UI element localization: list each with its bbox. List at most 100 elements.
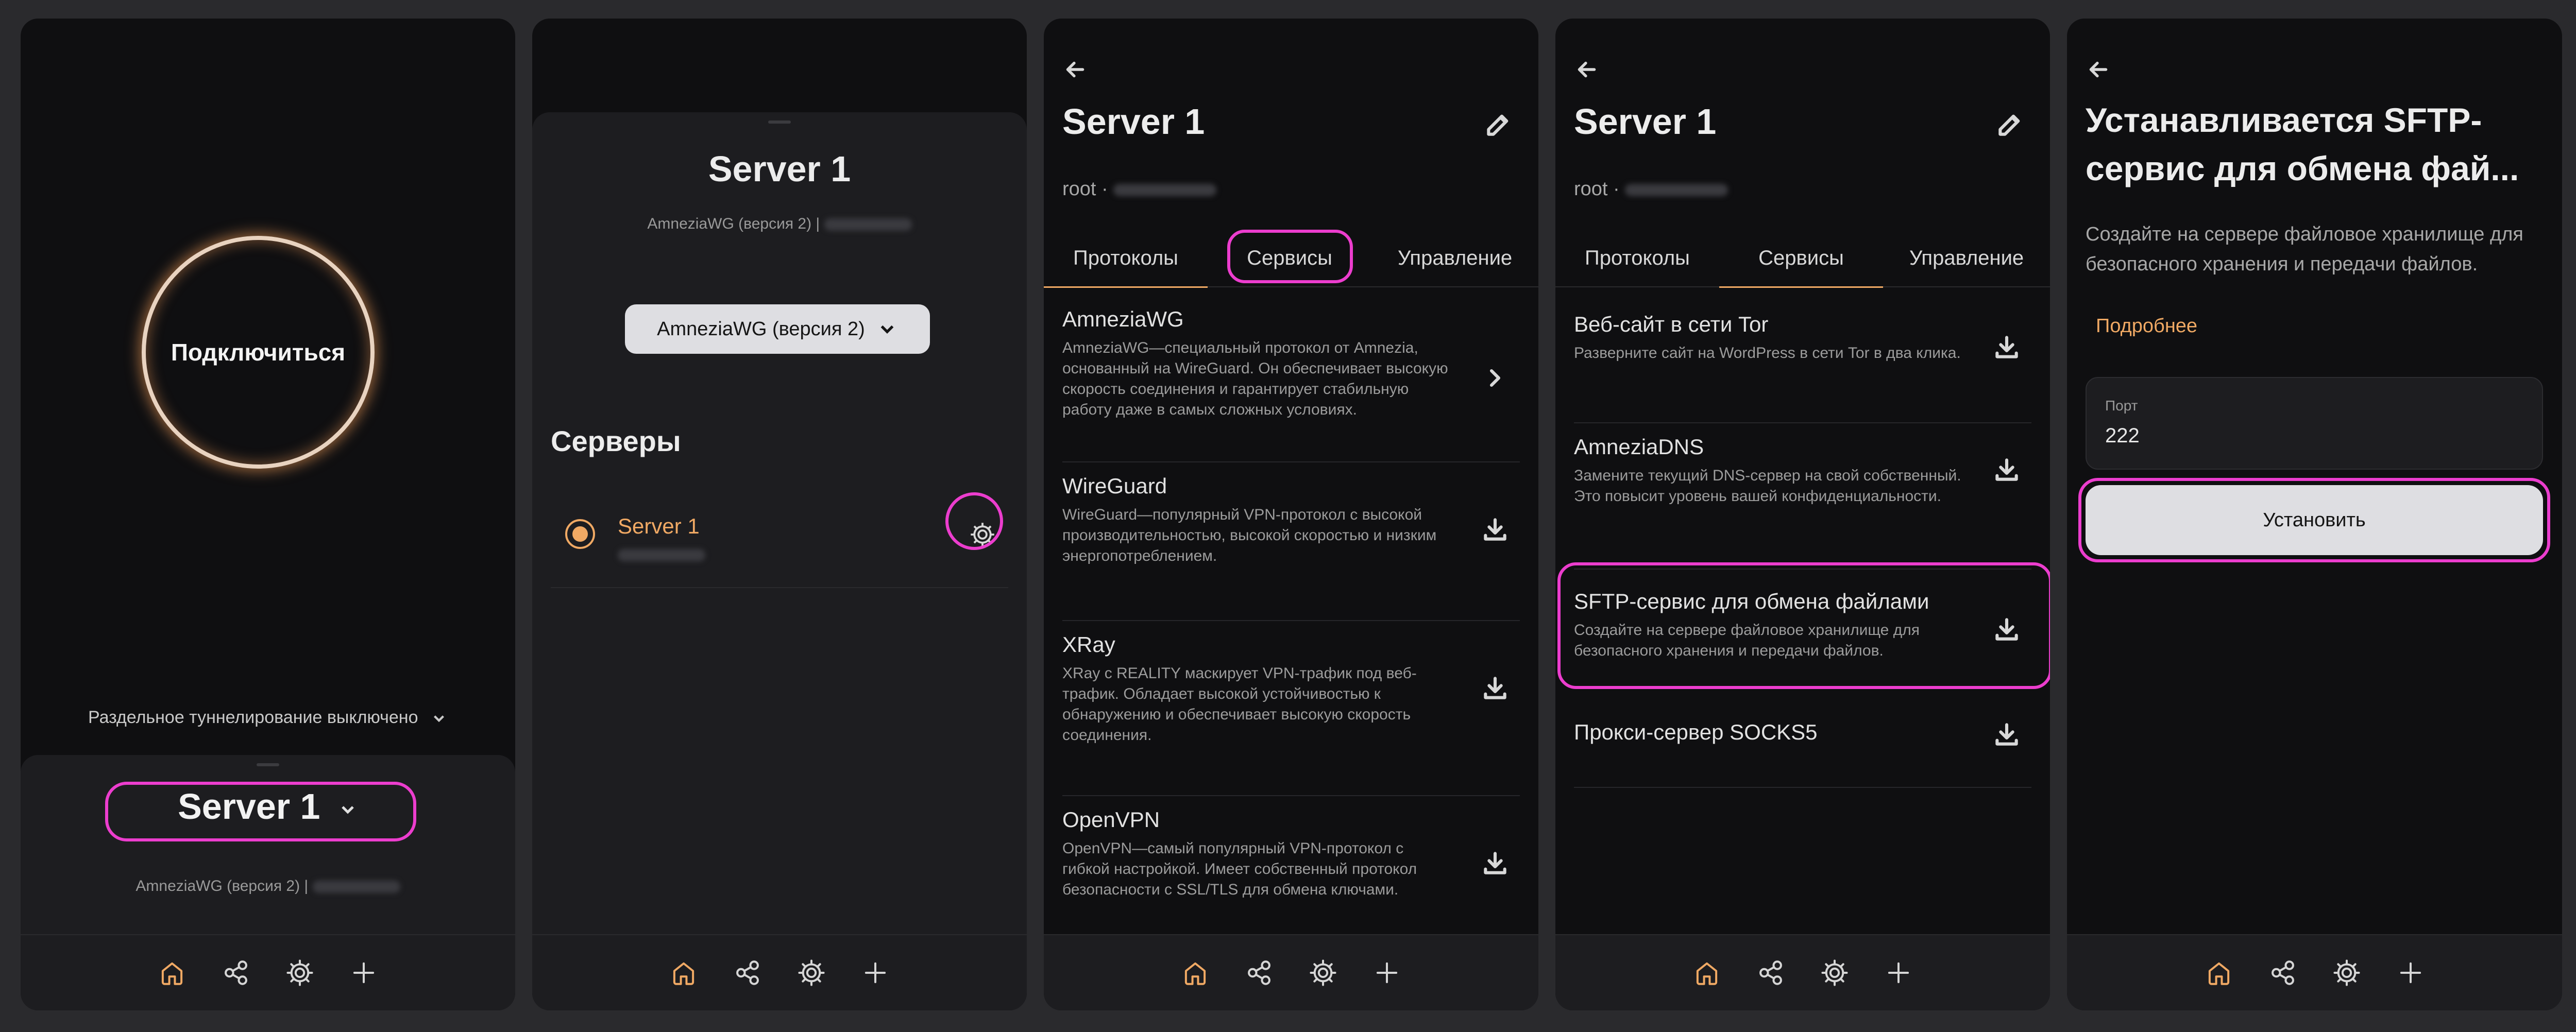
page-title: Server 1 [1574,101,1717,142]
bottom-navigation [1044,934,1538,1010]
home-icon [2208,962,2229,985]
protocol-row-wireguard[interactable]: WireGuard WireGuard—популярный VPN-прото… [1062,474,1520,621]
bottom-navigation [1555,934,2050,1010]
install-protocol-button[interactable] [1481,515,1510,546]
tab-protocols[interactable]: Протоколы [1555,230,1719,286]
bottom-navigation [21,934,515,1010]
bottom-navigation [532,934,1027,1010]
nav-settings[interactable] [282,955,318,991]
redacted-ip [1113,183,1217,196]
nav-add[interactable] [2393,955,2429,991]
split-tunneling-toggle[interactable]: Раздельное туннелирование выключено [21,708,515,728]
service-row-socks5[interactable]: Прокси-сервер SOCKS5 [1574,720,2031,788]
download-icon [1995,723,2018,746]
port-value: 222 [2105,424,2140,447]
service-name: AmneziaDNS [1574,435,1704,459]
user-prefix: root · [1062,178,1108,200]
protocol-line: AmneziaWG (версия 2) | [21,878,515,895]
nav-settings[interactable] [793,955,829,991]
tab-protocols[interactable]: Протоколы [1044,230,1208,288]
edit-button[interactable] [1484,110,1513,142]
protocol-description: OpenVPN—самый популярный VPN-протокол с … [1062,840,1417,898]
protocol-name: OpenVPN [1062,807,1160,832]
tab-management[interactable]: Управление [1371,230,1538,286]
back-button[interactable] [1574,57,1600,85]
service-row-tor[interactable]: Веб-сайт в сети Tor Разверните сайт на W… [1574,312,2031,423]
service-description: Создайте на сервере файловое хранилище д… [2086,223,2523,275]
redacted-ip [312,881,400,893]
back-button[interactable] [2086,57,2111,85]
highlight-server-selector [105,782,416,841]
nav-home[interactable] [666,955,702,991]
nav-home[interactable] [1689,955,1725,991]
nav-add[interactable] [346,955,382,991]
nav-add[interactable] [1880,955,1917,991]
nav-share[interactable] [1753,955,1789,991]
plus-icon [1888,962,1909,984]
open-protocol-button[interactable] [1481,364,1510,395]
service-description: Разверните сайт на WordPress в сети Tor … [1574,345,1961,362]
protocol-description: XRay с REALITY маскирует VPN-трафик под … [1062,665,1417,744]
download-icon [1995,336,2018,358]
download-icon [1484,852,1506,874]
screen-server-list: Server 1 AmneziaWG (версия 2) | AmneziaW… [532,19,1027,1010]
port-field[interactable]: Порт 222 [2086,377,2543,470]
service-name: Веб-сайт в сети Tor [1574,312,1769,336]
edit-button[interactable] [1995,110,2024,142]
server-credentials: root · [1062,178,1217,200]
nav-add[interactable] [1369,955,1405,991]
tab-management[interactable]: Управление [1883,230,2050,286]
nav-add[interactable] [857,955,893,991]
bottom-navigation [2067,934,2562,1010]
edit-icon [1487,114,1509,136]
nav-home[interactable] [1177,955,1213,991]
nav-settings[interactable] [1305,955,1341,991]
share-icon [1759,960,1782,985]
nav-share[interactable] [2265,955,2301,991]
server-list-item[interactable]: Server 1 [551,492,1008,588]
more-link[interactable]: Подробнее [2096,315,2197,337]
back-button[interactable] [1062,57,1088,85]
connect-button[interactable]: Подключиться [142,236,375,469]
install-service-button[interactable] [1992,455,2021,487]
nav-home[interactable] [2201,955,2237,991]
protocol-row-xray[interactable]: XRay XRay с REALITY маскирует VPN-трафик… [1062,632,1520,796]
back-arrow-icon [2089,61,2108,78]
user-prefix: root · [1574,178,1620,200]
redacted-ip [618,549,705,561]
nav-share[interactable] [218,955,254,991]
nav-share[interactable] [730,955,766,991]
page-title: Устанавливается SFTP- сервис для обмена … [2086,96,2519,193]
nav-settings[interactable] [2329,955,2365,991]
protocol-row-openvpn[interactable]: OpenVPN OpenVPN—самый популярный VPN-про… [1062,807,1520,953]
chevron-down-icon [880,325,894,334]
chevron-right-icon [1489,369,1501,387]
install-service-button[interactable] [1992,333,2021,364]
home-icon [161,962,183,985]
highlight-install-button [2078,478,2550,562]
install-protocol-button[interactable] [1481,674,1510,705]
sheet-handle[interactable] [768,121,791,124]
install-protocol-button[interactable] [1481,849,1510,880]
plus-icon [865,962,886,984]
tab-services[interactable]: Сервисы [1719,230,1883,288]
protocol-select-value: AmneziaWG (версия 2) [657,318,865,340]
redacted-ip [824,218,912,231]
chevron-down-icon [433,715,444,723]
nav-home[interactable] [154,955,190,991]
share-icon [736,960,759,985]
protocol-select[interactable]: AmneziaWG (версия 2) [625,304,930,354]
screen-home-connect: Подключиться Раздельное туннелирование в… [21,19,515,1010]
nav-share[interactable] [1241,955,1277,991]
gear-icon [798,959,825,986]
service-row-dns[interactable]: AmneziaDNS Замените текущий DNS-сервер н… [1574,435,2031,570]
port-label: Порт [2105,398,2138,414]
nav-settings[interactable] [1817,955,1853,991]
home-icon [1696,962,1718,985]
server-radio[interactable] [565,519,595,549]
share-icon [225,960,247,985]
install-service-button[interactable] [1992,720,2021,751]
share-icon [1248,960,1270,985]
drawer-handle[interactable] [257,763,279,766]
protocol-row-amneziawg[interactable]: AmneziaWG AmneziaWG—специальный протокол… [1062,307,1520,462]
